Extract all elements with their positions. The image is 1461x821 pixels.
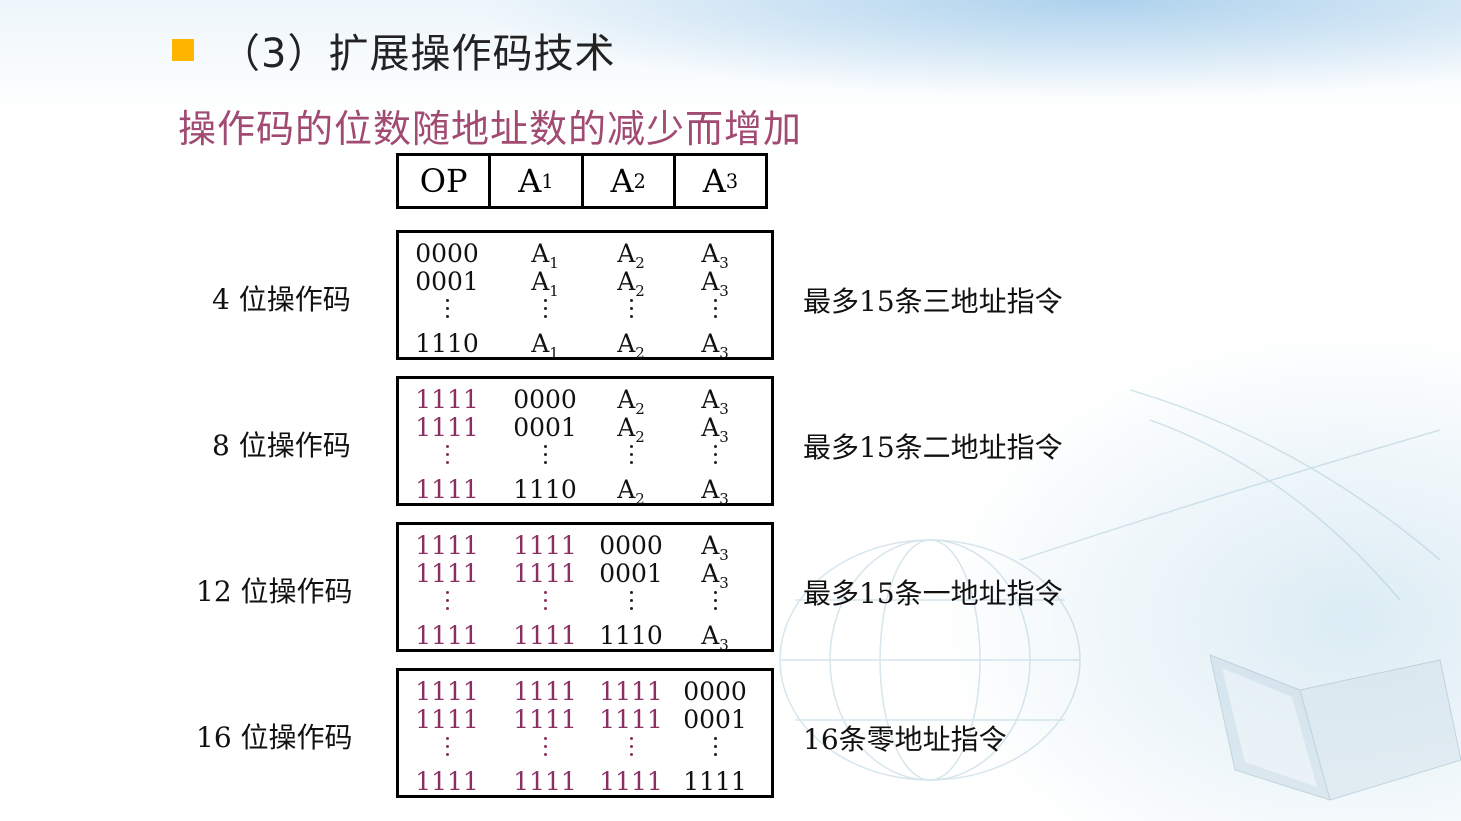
header-a2: A2: [584, 156, 676, 206]
vertical-ellipsis-icon: [629, 591, 633, 615]
vertical-ellipsis-icon: [713, 445, 717, 469]
opcode-block: 1111 1111 1111 0000 1111 1111 1111 0001 1111 1111…: [396, 668, 774, 798]
opcode-cell: 1111: [599, 705, 663, 734]
opcode-cell: 0001: [513, 413, 577, 442]
opcode-cell: 1111: [513, 705, 577, 734]
opcode-block: 1111 1111 0000 A3 1111 1111 0001 A3 1111 1111 1110…: [396, 522, 774, 654]
opcode-cell: 0000: [599, 531, 663, 560]
slide-title-row: （3）扩展操作码技术: [172, 22, 615, 78]
vertical-ellipsis-icon: [543, 591, 547, 615]
opcode-cell: 0000: [513, 385, 577, 414]
opcode-cell: 1111: [415, 621, 479, 650]
vertical-ellipsis-icon: [543, 737, 547, 761]
square-bullet-icon: [172, 39, 194, 61]
opcode-cell: 1111: [415, 677, 479, 706]
opcode-cell: 1111: [513, 621, 577, 650]
header-a3: A3: [702, 162, 739, 200]
opcode-cell: 1110: [599, 621, 663, 650]
opcode-cell: 1111: [513, 767, 577, 796]
opcode-cell: A3: [701, 329, 729, 362]
opcode-cell: 1111: [415, 531, 479, 560]
opcode-cell: 1111: [415, 559, 479, 588]
opcode-length-label: 8 位操作码: [212, 429, 351, 462]
opcode-cell: 1111: [683, 767, 747, 796]
opcode-cell: 0001: [683, 705, 747, 734]
opcode-length-label: 4 位操作码: [212, 283, 351, 316]
instruction-count-description: 16条零地址指令: [803, 723, 1007, 756]
instruction-format-header: OP A1 A2 A3: [396, 153, 768, 209]
instruction-count-description: 最多15条二地址指令: [803, 431, 1063, 464]
opcode-block: 1111 0000 A2 A3 1111 0001 A2 A3 1111 1110 A2 A3: [396, 376, 774, 508]
slide-title: （3）扩展操作码技术: [220, 31, 616, 77]
opcode-cell: 1111: [513, 531, 577, 560]
opcode-block: 0000 A1 A2 A3 0001 A1 A2 A3 1110 A1 A2 A3: [396, 230, 774, 362]
opcode-cell: A1: [531, 329, 559, 362]
opcode-cell: 1111: [415, 385, 479, 414]
vertical-ellipsis-icon: [543, 299, 547, 323]
opcode-cell: 1111: [599, 677, 663, 706]
opcode-cell: 0001: [415, 267, 479, 296]
opcode-cell: 1111: [415, 475, 479, 504]
opcode-cell: 1111: [513, 677, 577, 706]
opcode-cell: 1111: [513, 559, 577, 588]
header-op: OP: [399, 156, 492, 206]
opcode-cell: 1111: [415, 767, 479, 796]
opcode-cell: 1110: [415, 329, 479, 358]
opcode-length-label: 16 位操作码: [196, 721, 353, 754]
vertical-ellipsis-icon: [629, 299, 633, 323]
vertical-ellipsis-icon: [629, 445, 633, 469]
opcode-cell: 1111: [415, 705, 479, 734]
vertical-ellipsis-icon: [713, 299, 717, 323]
slide-subtitle: 操作码的位数随地址数的减少而增加: [178, 107, 803, 151]
opcode-cell: 0000: [683, 677, 747, 706]
vertical-ellipsis-icon: [445, 591, 449, 615]
opcode-cell: 0001: [599, 559, 663, 588]
vertical-ellipsis-icon: [543, 445, 547, 469]
opcode-length-label: 12 位操作码: [196, 575, 353, 608]
opcode-cell: 1110: [513, 475, 577, 504]
opcode-cell: A2: [617, 475, 645, 508]
vertical-ellipsis-icon: [713, 737, 717, 761]
vertical-ellipsis-icon: [629, 737, 633, 761]
opcode-cell: A3: [701, 475, 729, 508]
vertical-ellipsis-icon: [445, 737, 449, 761]
opcode-cell: 1111: [415, 413, 479, 442]
vertical-ellipsis-icon: [713, 591, 717, 615]
vertical-ellipsis-icon: [445, 445, 449, 469]
header-a1: A1: [491, 156, 584, 206]
opcode-cell: A3: [701, 621, 729, 654]
instruction-count-description: 最多15条一地址指令: [803, 577, 1063, 610]
opcode-cell: A2: [617, 329, 645, 362]
opcode-cell: 0000: [415, 239, 479, 268]
instruction-count-description: 最多15条三地址指令: [803, 285, 1063, 318]
opcode-cell: 1111: [599, 767, 663, 796]
vertical-ellipsis-icon: [445, 299, 449, 323]
